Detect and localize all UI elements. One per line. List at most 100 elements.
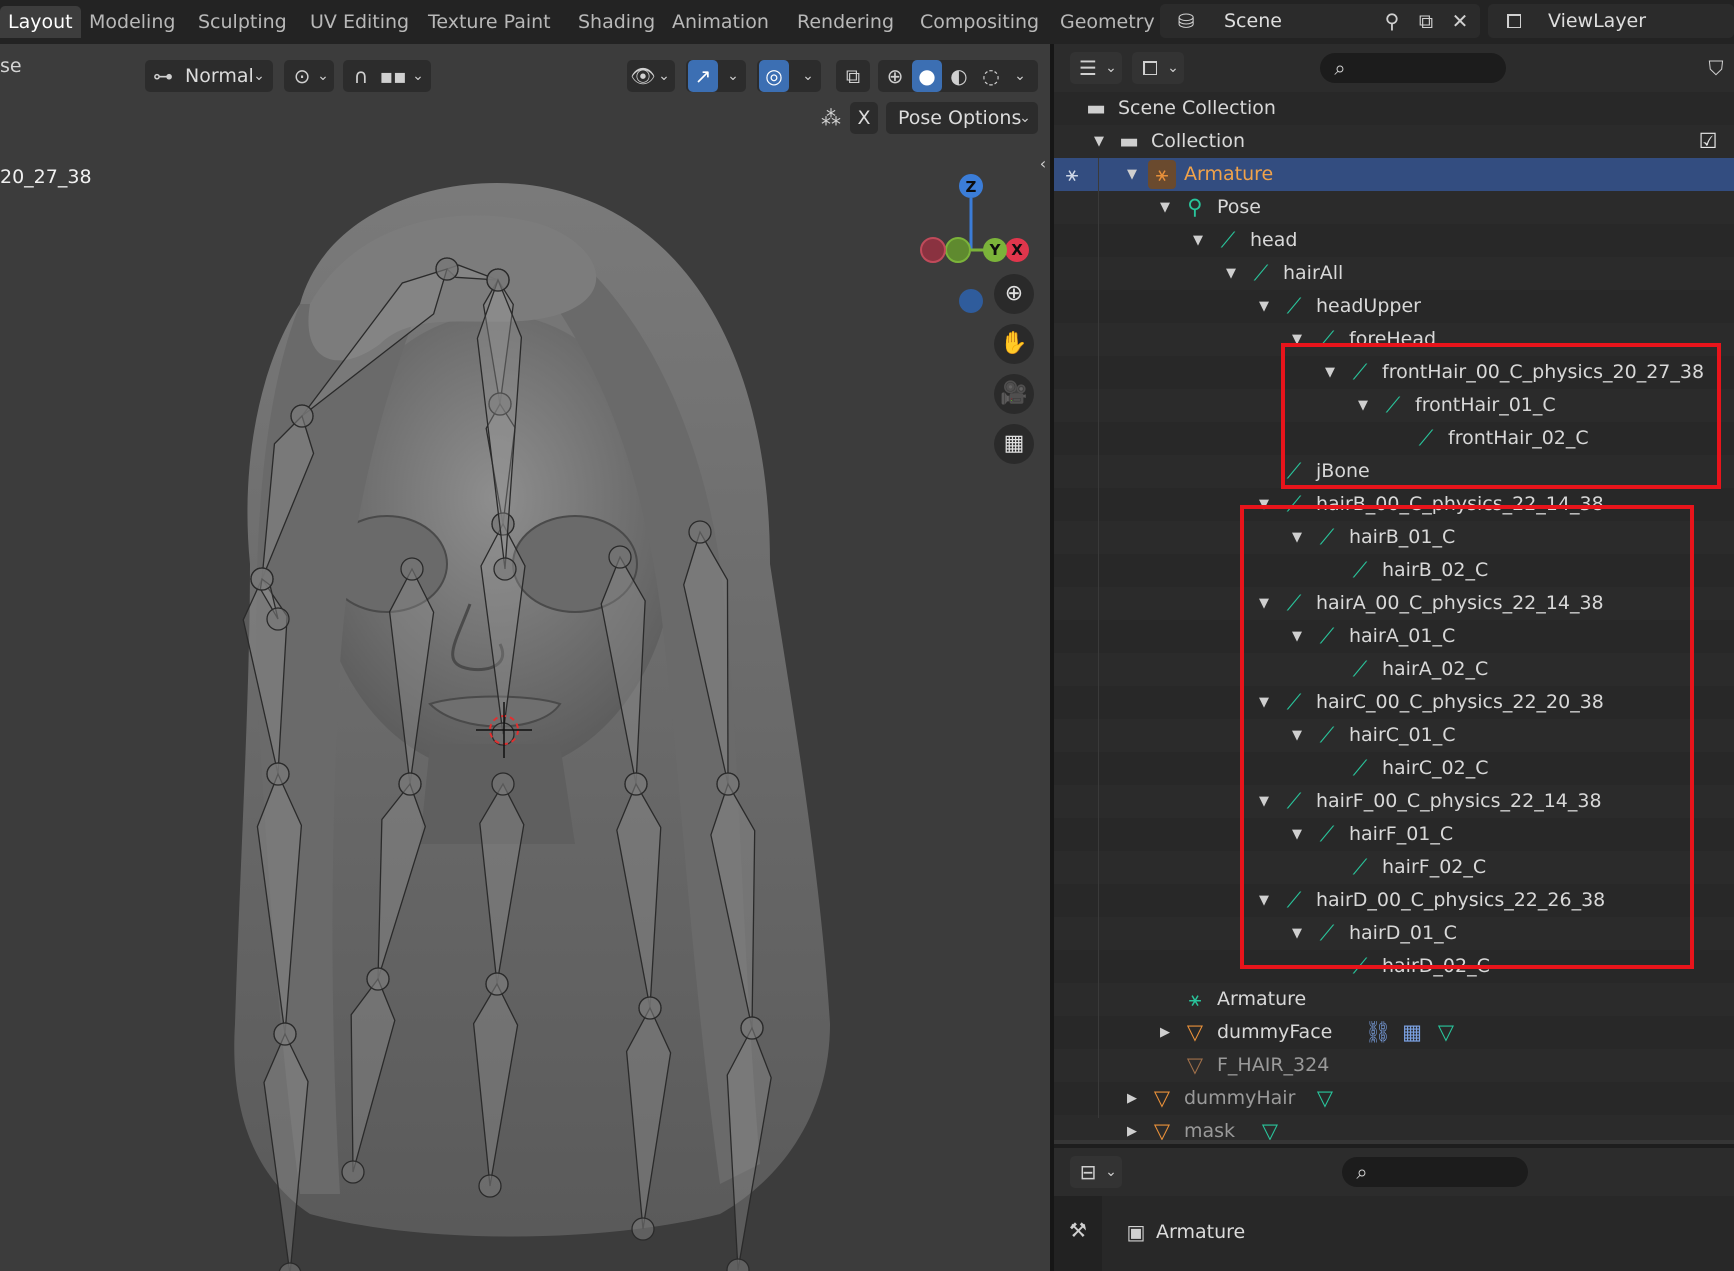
outliner-row[interactable]: ▶ ▽ dummyFace ⛓ ▦ ▽ — [1054, 1016, 1734, 1049]
pivot-point-dropdown[interactable]: ⊙ ⌄ — [284, 60, 334, 92]
visibility-dropdown[interactable]: 👁 ⌄ — [627, 60, 675, 92]
xray-toggle[interactable]: ⧉ — [836, 60, 870, 92]
properties-panel[interactable]: ⊟ ⌄ ⌕ ⚒ ▣ Armature — [1054, 1148, 1734, 1271]
outliner-row[interactable]: ▼ ⚲ Pose — [1054, 191, 1734, 224]
viewport-scene[interactable] — [0, 44, 1050, 1271]
outliner-row-label: dummyHair — [1184, 1087, 1296, 1109]
tree-guide-line — [1098, 158, 1099, 1118]
disclosure-expanded-icon[interactable]: ▼ — [1223, 257, 1239, 290]
armature-object-icon: ⚹ — [1148, 160, 1176, 189]
editor-type-dropdown[interactable]: ☰ ⌄ — [1070, 52, 1122, 84]
outliner-row[interactable]: ▼ ▬ Collection ☑ — [1054, 125, 1734, 158]
snap-controls[interactable]: ∩ ▪▪ ⌄ — [343, 60, 431, 92]
view-layer-icon: ⧠ — [1506, 9, 1522, 33]
filter-icon[interactable]: ⛉ — [1702, 52, 1730, 84]
collection-icon: ▬ — [1119, 129, 1139, 153]
bone-joint — [398, 772, 422, 796]
chevron-down-icon: ⌄ — [1105, 60, 1117, 76]
outliner-row-label: head — [1250, 229, 1298, 251]
zoom-icon[interactable]: ⊕ — [994, 274, 1034, 314]
outliner-row-label: Armature — [1217, 988, 1307, 1010]
workspace-tab-sculpting[interactable]: Sculpting — [190, 6, 295, 38]
mode-label-fragment[interactable]: se — [0, 50, 22, 82]
outliner-row[interactable]: ▽ F_HAIR_324 — [1054, 1049, 1734, 1082]
chevron-down-icon: ⌄ — [412, 68, 424, 84]
search-icon: ⌕ — [1334, 56, 1346, 80]
wireframe-shading-icon[interactable]: ⊕ — [880, 60, 910, 92]
close-icon[interactable]: ✕ — [1446, 5, 1474, 37]
properties-tab-column: ⚒ — [1054, 1196, 1102, 1271]
bone-joint — [740, 1016, 764, 1040]
bone-joint — [491, 772, 515, 796]
workspace-tab-texture-paint[interactable]: Texture Paint — [420, 6, 559, 38]
workspace-tab-uv-editing[interactable]: UV Editing — [302, 6, 417, 38]
material-shading-icon[interactable]: ◐ — [944, 60, 974, 92]
gizmo-z-label: Z — [966, 178, 977, 196]
outliner-panel[interactable]: ☰ ⌄ ⧠ ⌄ ⌕ ⛉ ▬ Scene Collection ▼ ▬ Collectio… — [1054, 44, 1734, 1144]
workspace-tab-animation[interactable]: Animation — [664, 6, 777, 38]
disclosure-expanded-icon[interactable]: ▼ — [1190, 224, 1206, 257]
mirror-icon[interactable]: ⁂ — [816, 102, 846, 134]
solid-shading-icon[interactable]: ● — [912, 60, 942, 92]
bone-joint — [266, 607, 290, 631]
bone-joint — [486, 268, 510, 292]
snap-grid-icon[interactable]: ▪▪ — [379, 60, 407, 92]
snap-magnet-icon[interactable]: ∩ — [347, 60, 375, 92]
workspace-tab-shading[interactable]: Shading — [570, 6, 663, 38]
outliner-scrollbar[interactable] — [1054, 1140, 1734, 1144]
bone-icon: ⟋ — [1220, 228, 1236, 252]
armature-data-icon: ⚹ — [1188, 987, 1202, 1011]
mesh-object-icon: ▽ — [1186, 1053, 1204, 1077]
collection-checkbox-icon[interactable]: ☑ — [1694, 125, 1722, 158]
pan-hand-icon[interactable]: ✋ — [994, 324, 1034, 364]
scene-selector[interactable]: ⛁ Scene ⚲ ⧉ ✕ — [1160, 4, 1480, 38]
outliner-row[interactable]: ▼ ⟋ headUpper — [1054, 290, 1734, 323]
workspace-tab-rendering[interactable]: Rendering — [789, 6, 902, 38]
new-scene-icon[interactable]: ⧉ — [1412, 5, 1440, 37]
gizmo-toggle[interactable]: ↗ ⌄ — [686, 60, 746, 92]
outliner-row[interactable]: ⚹ Armature — [1054, 983, 1734, 1016]
display-mode-dropdown[interactable]: ⧠ ⌄ — [1132, 52, 1184, 84]
transform-orientation-dropdown[interactable]: ⊶ Normal ⌄ — [145, 60, 273, 92]
rendered-shading-icon[interactable]: ◌ — [976, 60, 1006, 92]
disclosure-expanded-icon[interactable]: ▼ — [1091, 125, 1107, 158]
outliner-search-input[interactable]: ⌕ — [1320, 53, 1506, 83]
outliner-row[interactable]: ▼ ⟋ hairAll — [1054, 257, 1734, 290]
bone-joint — [341, 1160, 365, 1184]
outliner-row[interactable]: ▼ ⟋ head — [1054, 224, 1734, 257]
outliner-row[interactable]: ▶ ▽ dummyHair ▽ — [1054, 1082, 1734, 1115]
bone-joint — [688, 520, 712, 544]
workspace-tab-geometry[interactable]: Geometry — [1052, 6, 1163, 38]
perspective-grid-icon[interactable]: ▦ — [994, 424, 1034, 464]
modifier-icon: ▽ — [1437, 1020, 1455, 1044]
shading-mode-group[interactable]: ⊕ ● ◐ ◌ ⌄ — [878, 60, 1038, 92]
mesh-object-icon: ▽ — [1186, 1020, 1204, 1044]
camera-view-icon[interactable]: 🎥 — [994, 374, 1034, 414]
highlight-box-hair-chains — [1240, 505, 1694, 969]
collection-icon: ▬ — [1086, 96, 1106, 120]
x-mirror-button[interactable]: X — [850, 102, 878, 134]
disclosure-expanded-icon[interactable]: ▼ — [1124, 158, 1140, 191]
overlays-toggle[interactable]: ◎ ⌄ — [757, 60, 821, 92]
outliner-row[interactable]: ▬ Scene Collection — [1054, 92, 1734, 125]
outliner-row[interactable]: ▼ ⚹ Armature ⚹ — [1054, 158, 1734, 191]
pose-options-dropdown[interactable]: Pose Options ⌄ — [886, 102, 1038, 134]
3d-viewport[interactable]: se ⊶ Normal ⌄ ⊙ ⌄ ∩ ▪▪ ⌄ 👁 ⌄ ↗ ⌄ ◎ ⌄ ⧉ ⊕… — [0, 44, 1050, 1271]
pose-mode-indicator-icon[interactable]: ⚹ — [1058, 158, 1086, 191]
properties-search-input[interactable]: ⌕ — [1342, 1157, 1528, 1187]
disclosure-collapsed-icon[interactable]: ▶ — [1124, 1082, 1140, 1115]
bone-joint — [608, 545, 632, 569]
chevron-down-icon: ⌄ — [317, 68, 329, 84]
chevron-down-icon: ⌄ — [1019, 110, 1031, 126]
workspace-tab-layout[interactable]: Layout — [0, 6, 81, 38]
disclosure-expanded-icon[interactable]: ▼ — [1256, 290, 1272, 323]
disclosure-collapsed-icon[interactable]: ▶ — [1157, 1016, 1173, 1049]
pin-icon[interactable]: ⚲ — [1378, 5, 1406, 37]
disclosure-expanded-icon[interactable]: ▼ — [1157, 191, 1173, 224]
workspace-tab-modeling[interactable]: Modeling — [81, 6, 183, 38]
workspace-tab-compositing[interactable]: Compositing — [912, 6, 1047, 38]
tool-settings-icon[interactable]: ⚒ — [1064, 1214, 1092, 1246]
view-layer-selector[interactable]: ⧠ ViewLayer — [1488, 4, 1734, 38]
eye-icon: 👁 — [630, 64, 656, 88]
properties-editor-type-dropdown[interactable]: ⊟ ⌄ — [1070, 1156, 1122, 1188]
